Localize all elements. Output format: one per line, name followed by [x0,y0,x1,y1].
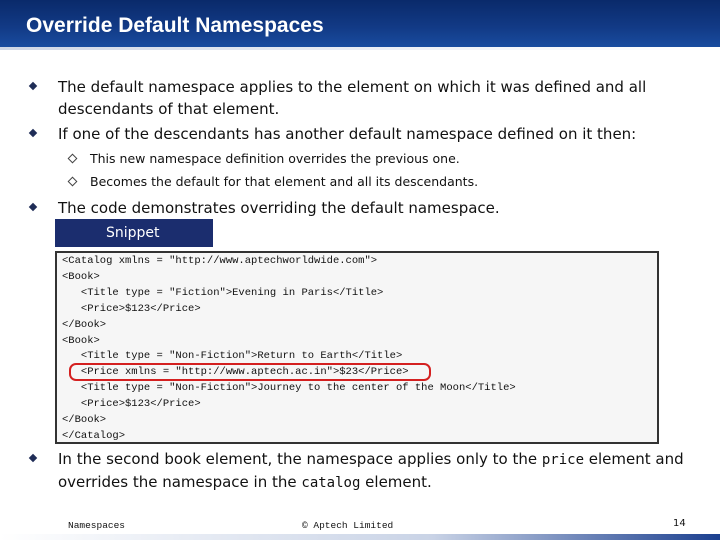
code-line: <Catalog xmlns = "http://www.aptechworld… [62,255,378,267]
footer-bar [0,534,720,540]
bullet-1-line-1: The default namespace applies to the ele… [58,78,647,96]
bullet-text-3: The code demonstrates overriding the def… [58,199,500,217]
price-code: price [541,452,585,468]
catalog-code: catalog [301,475,361,491]
title-bar: Override Default Namespaces [0,0,720,50]
page-number: 14 [673,518,686,529]
sub-bullet-text-2: Becomes the default for that element and… [90,174,479,189]
bullet-4-line-2: overrides the namespace in the catalog e… [58,471,698,494]
title-rule [0,47,720,50]
bullet-text-1: The default namespace applies to the ele… [58,76,698,120]
code-line: </Catalog> [62,429,126,442]
bullet-1-line-2: descendants of that element. [58,100,280,118]
snippet-tab: Snippet [55,219,213,247]
code-line: </Book> [62,318,107,331]
code-line: <Book> [62,334,100,347]
sub-bullet-diamond-icon [67,176,78,187]
bullet-diamond-icon [28,81,38,91]
bullet-diamond-icon [28,453,38,463]
code-line: </Book> [62,414,107,426]
code-line: <Title type = "Non-Fiction">Journey to t… [62,382,516,395]
bullet-text-2: If one of the descendants has another de… [58,125,637,143]
footer-left: Namespaces [68,520,126,531]
code-line: <Price>$123</Price> [62,302,201,315]
bullet-4-text-c: overrides the namespace in the [58,473,302,491]
code-line: <Title type = "Fiction">Evening in Paris… [62,286,384,299]
page-title: Override Default Namespaces [26,14,324,37]
footer-center: © Aptech Limited [302,520,394,531]
code-line: <Title type = "Non-Fiction">Return to Ea… [62,350,403,363]
bullet-diamond-icon [28,202,38,212]
sub-bullet-diamond-icon [67,153,78,164]
code-line: <Price>$123</Price> [62,398,201,411]
bullet-4-text-d: element. [360,473,432,491]
bullet-diamond-icon [28,128,38,138]
sub-bullet-text-1: This new namespace definition overrides … [90,151,460,166]
bullet-text-4: In the second book element, the namespac… [58,448,698,494]
code-line: <Book> [62,270,100,283]
highlight-box [69,363,431,381]
bullet-4-text-b: element and [584,450,684,468]
bullet-4-line-1: In the second book element, the namespac… [58,448,698,471]
bullet-4-text-a: In the second book element, the namespac… [58,450,542,468]
code-box [55,251,659,444]
